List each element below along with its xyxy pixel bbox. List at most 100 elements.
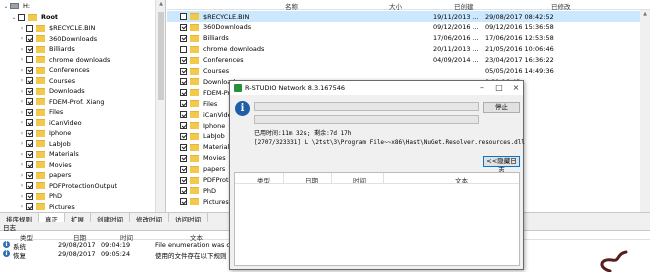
row-checkbox[interactable] — [180, 111, 187, 119]
row-checkbox[interactable] — [180, 45, 187, 53]
tree-scrollbar-thumb[interactable] — [158, 12, 164, 100]
row-checkbox[interactable] — [180, 143, 187, 151]
tree-item-checkbox[interactable] — [26, 182, 33, 190]
tree-item-checkbox[interactable] — [26, 140, 33, 148]
chevron-down-icon[interactable]: ⌄ — [10, 14, 18, 21]
tree-item[interactable]: › PhD — [18, 191, 62, 202]
tree-item-checkbox[interactable] — [26, 98, 33, 106]
row-checkbox[interactable] — [180, 23, 187, 31]
table-row[interactable]: $RECYCLE.BIN 19/11/2013 ... 29/08/2017 08:… — [167, 11, 650, 22]
tree-item[interactable]: › Materials — [18, 149, 79, 160]
row-checkbox[interactable] — [180, 198, 187, 206]
row-checkbox[interactable] — [180, 13, 187, 20]
row-checkbox[interactable] — [180, 34, 187, 42]
scroll-up-icon[interactable]: ▲ — [156, 1, 165, 7]
scroll-up-icon[interactable]: ▲ — [640, 11, 650, 17]
dialog-titlebar[interactable]: R-STUDIO Network 8.3.167546 – □ × — [230, 81, 523, 95]
tree-root-row[interactable]: ⌄ Root — [10, 12, 58, 23]
chevron-right-icon[interactable]: › — [18, 35, 26, 42]
row-checkbox[interactable] — [180, 187, 187, 195]
chevron-right-icon[interactable]: › — [18, 151, 26, 158]
tree-item-checkbox[interactable] — [26, 108, 33, 116]
tree-item-checkbox[interactable] — [26, 24, 33, 32]
tree-item-checkbox[interactable] — [26, 192, 33, 200]
tree-item-checkbox[interactable] — [26, 35, 33, 43]
tree-item-checkbox[interactable] — [26, 203, 33, 211]
tree-item[interactable]: › chrome downloads — [18, 55, 111, 66]
row-checkbox[interactable] — [180, 132, 187, 140]
chevron-right-icon[interactable]: › — [18, 67, 26, 74]
tree-item-checkbox[interactable] — [26, 150, 33, 158]
row-checkbox[interactable] — [180, 67, 187, 75]
tree-item-checkbox[interactable] — [26, 171, 33, 179]
column-size[interactable]: 大小 — [389, 1, 402, 11]
tree-item-checkbox[interactable] — [26, 87, 33, 95]
column-created[interactable]: 已创建 — [454, 1, 474, 11]
table-row[interactable]: Billiards 17/06/2016 ... 17/06/2016 12:53:… — [167, 33, 650, 44]
chevron-right-icon[interactable]: › — [18, 203, 26, 210]
tree-item-checkbox[interactable] — [26, 56, 33, 64]
row-checkbox[interactable] — [180, 176, 187, 184]
maximize-icon[interactable]: □ — [492, 82, 506, 93]
tree-item[interactable]: › Downloads — [18, 86, 85, 97]
tree-item[interactable]: › Billiards — [18, 44, 75, 55]
tree-item[interactable]: › Movies — [18, 160, 72, 171]
row-checkbox[interactable] — [180, 154, 187, 162]
tree-item[interactable]: › $RECYCLE.BIN — [18, 23, 96, 34]
tree-item[interactable]: › LabJob — [18, 139, 71, 150]
stop-button[interactable]: 停止 — [483, 102, 520, 113]
table-row[interactable]: Conferences 04/09/2014 ... 23/04/2017 16:3… — [167, 55, 650, 66]
tree-item[interactable]: › 360Downloads — [18, 34, 97, 45]
tree-item[interactable]: › iCanVideo — [18, 118, 82, 129]
tree-item[interactable]: › FDEM-Prof. Xiang — [18, 97, 105, 108]
tree-drive-row[interactable]: ⌄ H: — [2, 1, 30, 12]
tree-item[interactable]: › Pictures — [18, 202, 75, 213]
close-icon[interactable]: × — [509, 82, 523, 93]
tree-item-checkbox[interactable] — [26, 45, 33, 53]
tree-item[interactable]: › papers — [18, 170, 72, 181]
minimize-icon[interactable]: – — [475, 82, 489, 93]
chevron-down-icon[interactable]: ⌄ — [2, 3, 10, 10]
tree-item-checkbox[interactable] — [26, 119, 33, 127]
chevron-right-icon[interactable]: › — [18, 77, 26, 84]
tree-item-checkbox[interactable] — [26, 66, 33, 74]
chevron-right-icon[interactable]: › — [18, 172, 26, 179]
chevron-right-icon[interactable]: › — [18, 56, 26, 63]
table-row[interactable]: chrome downloads 20/11/2013 ... 21/05/2016… — [167, 44, 650, 55]
chevron-right-icon[interactable]: › — [18, 193, 26, 200]
tree-item[interactable]: › Conferences — [18, 65, 90, 76]
tree-item[interactable]: › Files — [18, 107, 63, 118]
row-checkbox[interactable] — [180, 100, 187, 108]
chevron-right-icon[interactable]: › — [18, 46, 26, 53]
chevron-right-icon[interactable]: › — [18, 119, 26, 126]
table-row[interactable]: Courses 05/05/2016 14:49:36 — [167, 66, 650, 77]
row-checkbox[interactable] — [180, 165, 187, 173]
total-progress-bar — [254, 102, 479, 111]
tree-scrollbar[interactable]: ▲ — [155, 0, 165, 212]
tree-item[interactable]: › Courses — [18, 76, 75, 87]
column-modified[interactable]: 已修改 — [551, 1, 571, 11]
table-row[interactable]: 360Downloads 09/12/2016 ... 09/12/2016 15:… — [167, 22, 650, 33]
chevron-right-icon[interactable]: › — [18, 25, 26, 32]
chevron-right-icon[interactable]: › — [18, 98, 26, 105]
row-checkbox[interactable] — [180, 122, 187, 129]
row-checkbox[interactable] — [180, 56, 187, 64]
tree-item-checkbox[interactable] — [26, 161, 33, 169]
chevron-right-icon[interactable]: › — [18, 140, 26, 147]
hide-log-button[interactable]: <<隐藏日志 — [483, 156, 520, 174]
tree-item-checkbox[interactable] — [26, 129, 33, 137]
tree-item[interactable]: › Iphone — [18, 128, 71, 139]
row-checkbox[interactable] — [180, 78, 187, 86]
tree-item[interactable]: › PDFProtectionOutput — [18, 181, 117, 192]
tree-item-checkbox[interactable] — [26, 77, 33, 85]
chevron-right-icon[interactable]: › — [18, 182, 26, 189]
chevron-right-icon[interactable]: › — [18, 130, 26, 137]
root-checkbox[interactable] — [18, 13, 25, 21]
row-checkbox[interactable] — [180, 89, 187, 97]
chevron-right-icon[interactable]: › — [18, 88, 26, 95]
column-name[interactable]: 名称 — [285, 1, 298, 11]
folder-icon — [36, 56, 45, 64]
chevron-right-icon[interactable]: › — [18, 109, 26, 116]
chevron-right-icon[interactable]: › — [18, 161, 26, 168]
list-scrollbar[interactable]: ▲ — [640, 10, 650, 212]
